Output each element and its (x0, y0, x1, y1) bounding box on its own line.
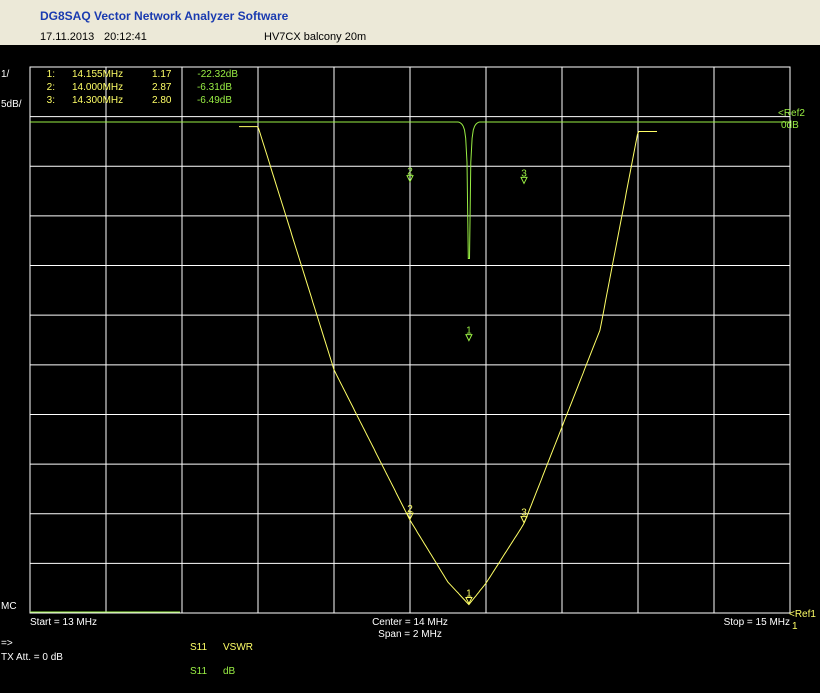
marker-3-vswr: 2.80 (152, 95, 172, 106)
trace2-param[interactable]: S11 (190, 666, 207, 677)
marker-2-db-label: 2 (407, 167, 413, 178)
vswr-trace (239, 126, 657, 606)
vswr-scale-label: 1/ (1, 69, 10, 80)
start-freq-label: Start = 13 MHz (30, 617, 97, 628)
marker-1-index: 1: (47, 69, 55, 80)
ref2-label: <Ref2 (778, 108, 805, 119)
marker-1-vswr-label: 1 (466, 589, 472, 600)
marker-3-db-label: 3 (521, 168, 527, 179)
marker-1-vswr: 1.17 (152, 69, 172, 80)
app-title: DG8SAQ Vector Network Analyzer Software (40, 9, 289, 23)
marker-2-vswr: 2.87 (152, 82, 172, 93)
stop-freq-label: Stop = 15 MHz (724, 617, 790, 628)
ref2-unit: 0dB (781, 120, 799, 131)
time-label: 20:12:41 (104, 31, 147, 43)
arrow-indicator: => (1, 638, 13, 649)
marker-1-db-label: 1 (466, 326, 472, 337)
title-bar: DG8SAQ Vector Network Analyzer Software … (0, 0, 820, 45)
db-scale-label: 5dB/ (1, 99, 22, 110)
trace1-format[interactable]: VSWR (223, 642, 253, 653)
marker-glyphs: 1 1 2 2 3 3 (406, 167, 528, 605)
ref1-value: 1 (792, 621, 798, 632)
date-label: 17.11.2013 (40, 31, 95, 43)
marker-3-db: -6.49dB (197, 95, 232, 106)
marker-table: 1: 14.155MHz 1.17 -22.32dB 2: 14.000MHz … (47, 69, 239, 106)
marker-1-db: -22.32dB (197, 69, 238, 80)
marker-3-vswr-label: 3 (521, 508, 527, 519)
marker-2-index: 2: (47, 82, 55, 93)
marker-1-freq: 14.155MHz (72, 69, 123, 80)
span-label: Span = 2 MHz (378, 629, 442, 640)
marker-2-vswr-label: 2 (407, 504, 413, 515)
plot-grid (29, 66, 791, 614)
trace2-format[interactable]: dB (223, 666, 236, 677)
marker-3-freq: 14.300MHz (72, 95, 123, 106)
marker-2-freq: 14.000MHz (72, 82, 123, 93)
vna-plot: 1 1 2 2 3 3 1/ 5dB/ MC 1: 14.155MHz 1.17 -22.… (1, 66, 816, 677)
ref1-label: <Ref1 (789, 609, 816, 620)
center-freq-label: Center = 14 MHz (372, 617, 448, 628)
marker-3-index: 3: (47, 95, 55, 106)
mc-label: MC (1, 601, 17, 612)
tx-att-label: TX Att. = 0 dB (1, 652, 63, 663)
trace1-param[interactable]: S11 (190, 642, 207, 653)
marker-2-db: -6.31dB (197, 82, 232, 93)
trace-title: HV7CX balcony 20m (264, 31, 367, 43)
